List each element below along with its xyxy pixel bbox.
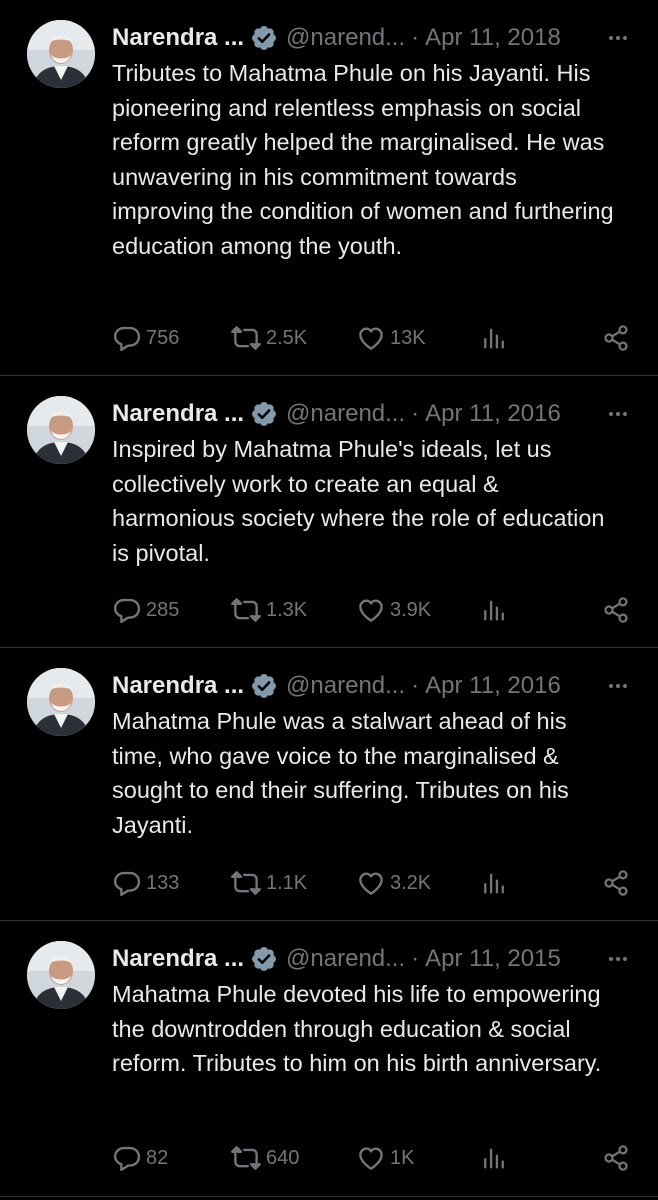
reply-button[interactable]: 756 [112,323,179,353]
more-icon[interactable] [606,402,630,426]
reply-button[interactable]: 82 [112,1143,168,1173]
retweet-count: 640 [266,1146,300,1169]
retweet-button[interactable]: 640 [230,1143,299,1173]
like-button[interactable]: 3.2K [356,868,431,898]
retweet-icon [230,868,262,898]
retweet-button[interactable]: 2.5K [230,323,307,353]
reply-button[interactable]: 285 [112,595,179,625]
tweet-date[interactable]: Apr 11, 2015 [425,945,561,973]
reply-count: 756 [146,326,180,349]
tweet-text: Mahatma Phule devoted his life to empowe… [112,981,602,1076]
tweet[interactable]: Narendra ... @narend... · Apr 11, 2016 M… [0,648,658,921]
tweet-text: Mahatma Phule was a stalwart ahead of hi… [112,708,569,838]
share-button[interactable] [602,869,630,897]
like-icon [356,323,386,353]
share-button[interactable] [602,1144,630,1172]
retweet-count: 2.5K [266,326,308,349]
reply-icon [112,868,142,898]
like-button[interactable]: 1K [356,1143,414,1173]
separator: · [411,945,420,972]
avatar[interactable] [27,668,95,736]
tweet-header: Narendra ... @narend... · Apr 11, 2018 [112,20,630,56]
reply-button[interactable]: 133 [112,868,179,898]
like-icon [356,595,386,625]
retweet-icon [230,1143,262,1173]
reply-count: 82 [146,1146,169,1169]
like-count: 13K [390,326,426,349]
reply-icon [112,323,142,353]
action-bar: 82 640 1K [112,1141,630,1175]
views-button[interactable] [480,324,508,352]
more-icon[interactable] [606,674,630,698]
like-icon [356,868,386,898]
author-name[interactable]: Narendra ... [112,945,244,973]
avatar[interactable] [27,396,95,464]
share-icon [602,324,630,352]
tweet-date[interactable]: Apr 11, 2016 [425,400,561,428]
like-count: 3.2K [390,871,432,894]
author-handle[interactable]: @narend... [286,672,405,700]
author-name[interactable]: Narendra ... [112,400,244,428]
author-name[interactable]: Narendra ... [112,672,244,700]
action-bar: 756 2.5K 13K [112,321,630,355]
retweet-icon [230,595,262,625]
verified-badge-icon [250,672,278,700]
like-button[interactable]: 13K [356,323,426,353]
more-icon[interactable] [606,26,630,50]
reply-count: 285 [146,598,180,621]
retweet-count: 1.3K [266,598,308,621]
share-icon [602,869,630,897]
tweet-text: Tributes to Mahatma Phule on his Jayanti… [112,60,614,259]
separator: · [411,24,420,51]
views-button[interactable] [480,1144,508,1172]
tweet[interactable]: Narendra ... @narend... · Apr 11, 2018 T… [0,0,658,376]
share-button[interactable] [602,596,630,624]
retweet-icon [230,323,262,353]
share-icon [602,596,630,624]
tweet-date[interactable]: Apr 11, 2016 [425,672,561,700]
retweet-count: 1.1K [266,871,308,894]
author-handle[interactable]: @narend... [286,400,405,428]
like-button[interactable]: 3.9K [356,595,431,625]
share-button[interactable] [602,324,630,352]
tweet-header: Narendra ... @narend... · Apr 11, 2016 [112,668,630,704]
tweet-date[interactable]: Apr 11, 2018 [425,24,561,52]
tweet[interactable]: Narendra ... @narend... · Apr 11, 2016 I… [0,376,658,648]
views-icon [480,324,508,352]
like-count: 3.9K [390,598,432,621]
avatar[interactable] [27,20,95,88]
views-icon [480,1144,508,1172]
retweet-button[interactable]: 1.3K [230,595,307,625]
author-handle[interactable]: @narend... [286,24,405,52]
tweet[interactable]: Narendra ... @narend... · Apr 11, 2015 M… [0,921,658,1197]
verified-badge-icon [250,24,278,52]
views-icon [480,596,508,624]
action-bar: 133 1.1K 3.2K [112,866,630,900]
tweet-header: Narendra ... @narend... · Apr 11, 2016 [112,396,630,432]
views-icon [480,869,508,897]
author-name[interactable]: Narendra ... [112,24,244,52]
tweet-text: Inspired by Mahatma Phule's ideals, let … [112,436,605,566]
reply-icon [112,1143,142,1173]
reply-icon [112,595,142,625]
author-handle[interactable]: @narend... [286,945,405,973]
like-count: 1K [390,1146,415,1169]
action-bar: 285 1.3K 3.9K [112,593,630,627]
avatar[interactable] [27,941,95,1009]
like-icon [356,1143,386,1173]
separator: · [411,672,420,699]
retweet-button[interactable]: 1.1K [230,868,307,898]
views-button[interactable] [480,869,508,897]
verified-badge-icon [250,945,278,973]
verified-badge-icon [250,400,278,428]
separator: · [411,400,420,427]
views-button[interactable] [480,596,508,624]
share-icon [602,1144,630,1172]
more-icon[interactable] [606,947,630,971]
tweet-header: Narendra ... @narend... · Apr 11, 2015 [112,941,630,977]
reply-count: 133 [146,871,180,894]
